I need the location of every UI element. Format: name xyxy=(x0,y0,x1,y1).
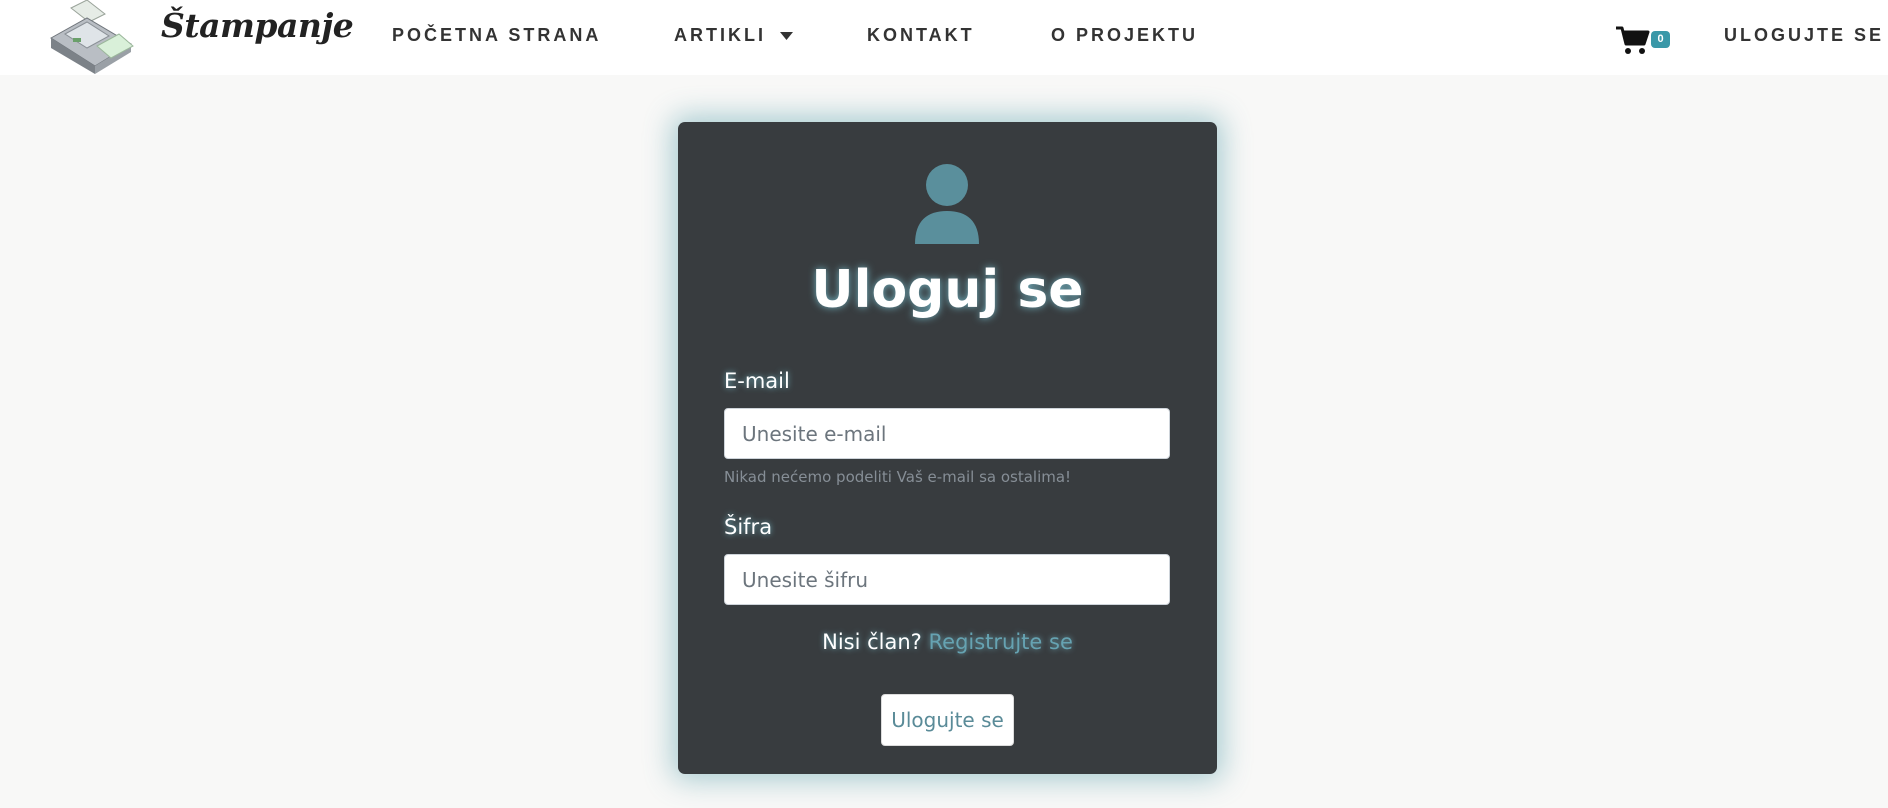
nav-artikli-label: ARTIKLI xyxy=(674,25,766,45)
brand-name[interactable]: Štampanje xyxy=(161,6,354,45)
email-help-text: Nikad nećemo podeliti Vaš e-mail sa osta… xyxy=(724,468,1072,486)
register-prompt: Nisi član? Registrujte se xyxy=(678,630,1217,654)
email-label: E-mail xyxy=(724,369,790,393)
user-icon xyxy=(915,164,979,244)
login-submit-button[interactable]: Ulogujte se xyxy=(881,694,1014,746)
printer-icon[interactable] xyxy=(47,0,135,74)
nav-artikli-dropdown[interactable]: ARTIKLI xyxy=(674,25,794,46)
nav-login-link[interactable]: ULOGUJTE SE xyxy=(1724,25,1884,46)
login-title: Uloguj se xyxy=(811,260,1084,320)
caret-down-icon xyxy=(780,32,794,41)
cart-icon[interactable] xyxy=(1616,24,1650,56)
nav-projekt-link[interactable]: O PROJEKTU xyxy=(1051,25,1198,46)
nav-home-link[interactable]: POČETNA STRANA xyxy=(392,25,601,46)
email-field[interactable] xyxy=(724,408,1170,459)
password-label: Šifra xyxy=(724,515,773,539)
nav-kontakt-link[interactable]: KONTAKT xyxy=(867,25,975,46)
navbar: Štampanje POČETNA STRANA ARTIKLI KONTAKT… xyxy=(0,0,1888,75)
cart-count-badge: 0 xyxy=(1651,31,1670,48)
register-link[interactable]: Registrujte se xyxy=(929,630,1073,654)
password-field[interactable] xyxy=(724,554,1170,605)
register-prompt-text: Nisi član? xyxy=(822,630,922,654)
login-card: Uloguj se E-mail Nikad nećemo podeliti V… xyxy=(678,122,1217,774)
